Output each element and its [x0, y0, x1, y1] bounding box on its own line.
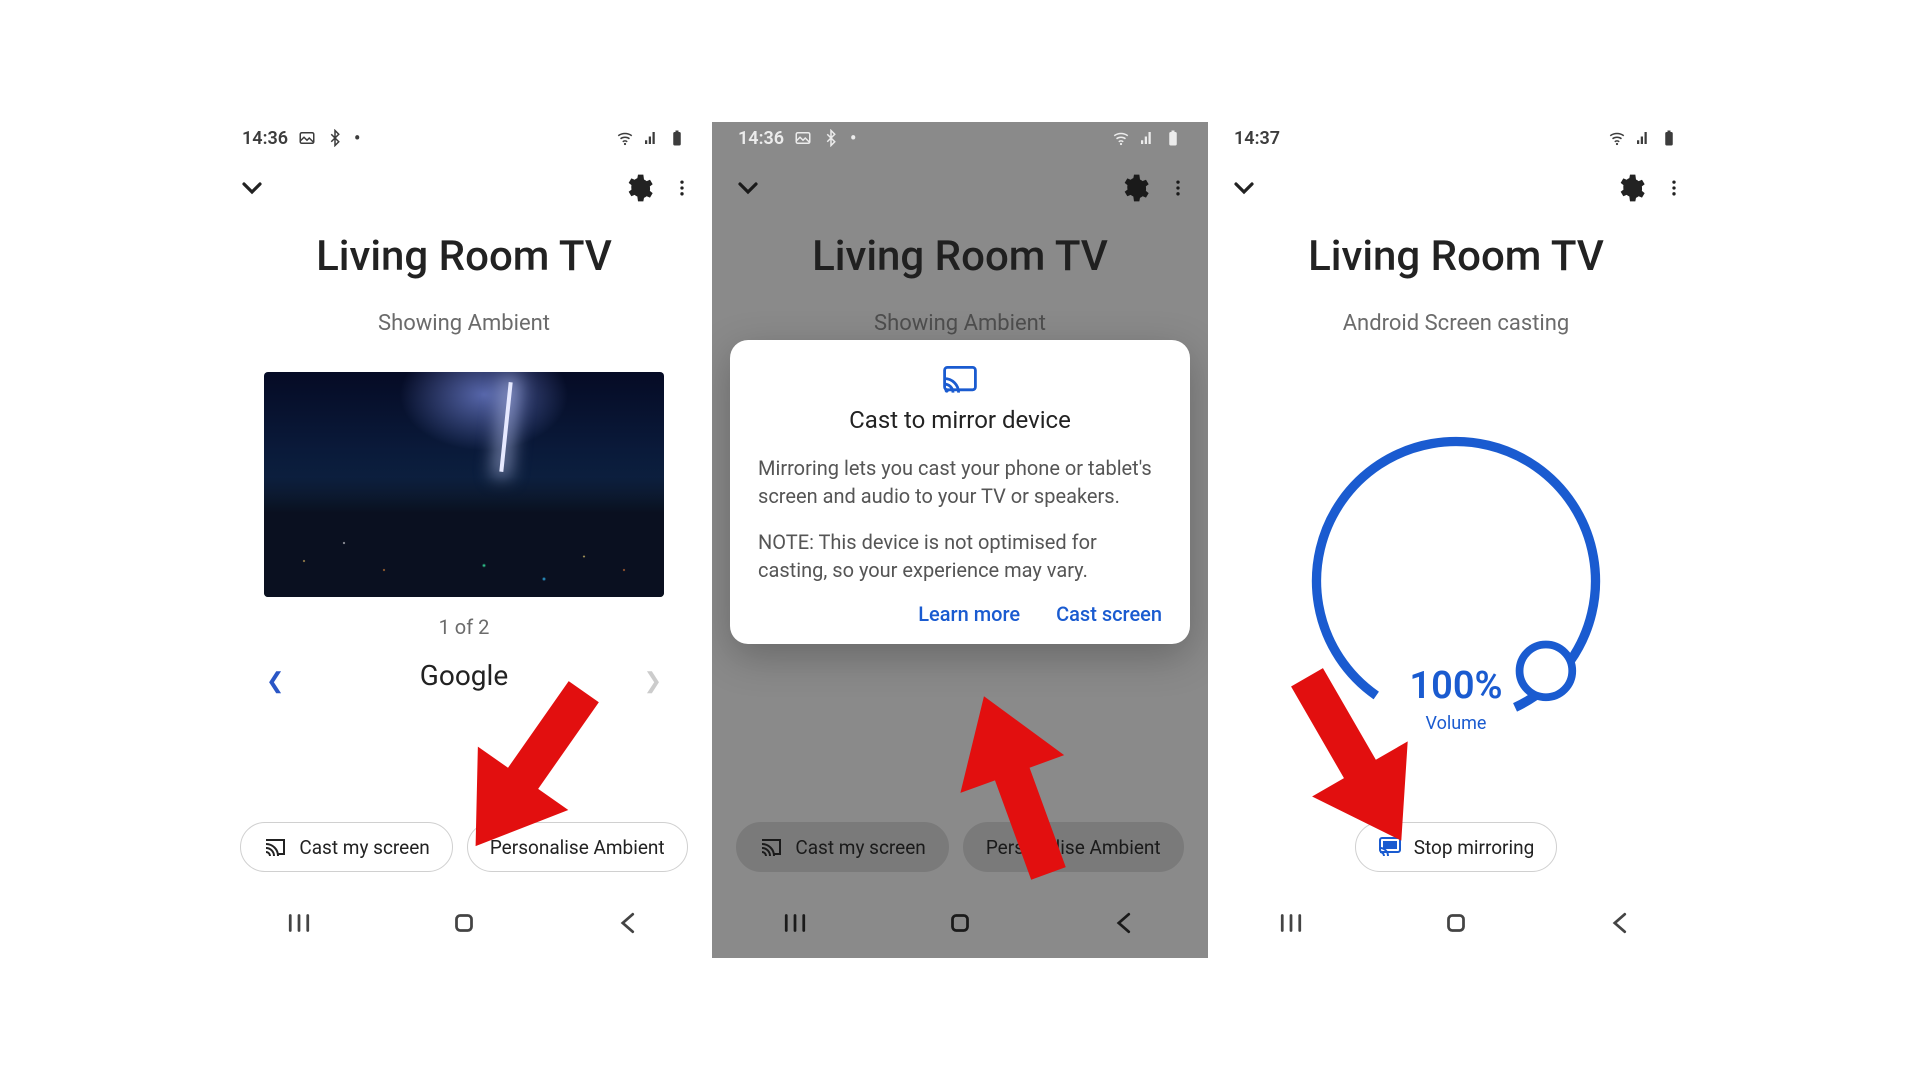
status-dot: • [850, 128, 856, 149]
device-title: Living Room TV [216, 232, 712, 281]
three-phone-stage: 14:36 • Living Room TV Showing Ambient 1… [216, 122, 1704, 958]
home-button[interactable] [945, 908, 975, 942]
app-header [1208, 162, 1704, 214]
dialog-actions: Learn more Cast screen [758, 602, 1162, 626]
battery-icon [668, 129, 686, 147]
dialog-paragraph: Mirroring lets you cast your phone or ta… [758, 454, 1162, 510]
android-nav-bar [216, 892, 712, 958]
chip-label: Personalise Ambient [490, 836, 665, 859]
recents-button[interactable] [780, 908, 810, 942]
status-bar: 14:36 • [712, 122, 1208, 154]
bluetooth-icon [822, 129, 840, 147]
phone-screenshot-3: 14:37 Living Room TV Android Screen cast… [1208, 122, 1704, 958]
chevron-left-icon[interactable]: ❮ [266, 669, 284, 694]
more-vert-icon[interactable] [672, 172, 692, 204]
status-time: 14:36 [738, 128, 784, 149]
cast-dialog: Cast to mirror device Mirroring lets you… [730, 340, 1190, 644]
volume-percent: 100% [1301, 664, 1611, 708]
status-dot: • [354, 128, 360, 149]
cast-my-screen-button[interactable]: Cast my screen [240, 822, 452, 872]
signal-icon [1634, 129, 1652, 147]
stop-mirroring-button[interactable]: Stop mirroring [1355, 822, 1558, 872]
wifi-icon [616, 129, 634, 147]
device-subtitle: Android Screen casting [1208, 311, 1704, 336]
wifi-icon [1608, 129, 1626, 147]
android-nav-bar [712, 892, 1208, 958]
device-title: Living Room TV [1208, 232, 1704, 281]
action-chips: Cast my screen Personalise Ambient [216, 822, 712, 872]
more-vert-icon[interactable] [1664, 172, 1684, 204]
chevron-right-icon[interactable]: ❯ [644, 669, 662, 694]
device-subtitle: Showing Ambient [216, 311, 712, 336]
status-bar: 14:37 [1208, 122, 1704, 154]
slide-label: Google [420, 659, 508, 692]
home-button[interactable] [1441, 908, 1471, 942]
dialog-note: NOTE: This device is not optimised for c… [758, 528, 1162, 584]
gear-icon[interactable] [622, 172, 654, 204]
bluetooth-icon [326, 129, 344, 147]
recents-button[interactable] [284, 908, 314, 942]
cast-icon [943, 366, 977, 394]
signal-icon [1138, 129, 1156, 147]
picture-icon [794, 129, 812, 147]
cast-connected-icon [1378, 835, 1402, 859]
android-nav-bar [1208, 892, 1704, 958]
chip-label: Cast my screen [299, 836, 429, 859]
action-chips: Stop mirroring [1208, 822, 1704, 872]
chevron-down-icon[interactable] [236, 172, 268, 204]
back-button[interactable] [1606, 908, 1636, 942]
recents-button[interactable] [1276, 908, 1306, 942]
phone-screenshot-2: 14:36 • Living Room TV Showing Ambient C… [712, 122, 1208, 958]
cast-icon [263, 835, 287, 859]
volume-label: Volume [1301, 713, 1611, 734]
dialog-body: Mirroring lets you cast your phone or ta… [758, 454, 1162, 584]
personalise-ambient-button[interactable]: Personalise Ambient [467, 822, 688, 872]
home-button[interactable] [449, 908, 479, 942]
back-button[interactable] [614, 908, 644, 942]
dialog-title: Cast to mirror device [758, 406, 1162, 434]
battery-icon [1660, 129, 1678, 147]
cast-screen-button[interactable]: Cast screen [1056, 602, 1162, 626]
chip-label: Stop mirroring [1414, 836, 1535, 859]
battery-icon [1164, 129, 1182, 147]
chevron-down-icon[interactable] [1228, 172, 1260, 204]
ambient-preview-image [264, 372, 664, 597]
phone-screenshot-1: 14:36 • Living Room TV Showing Ambient 1… [216, 122, 712, 958]
slide-counter: 1 of 2 [216, 615, 712, 639]
app-header [216, 162, 712, 214]
status-time: 14:36 [242, 128, 288, 149]
wifi-icon [1112, 129, 1130, 147]
status-time: 14:37 [1234, 128, 1280, 149]
picture-icon [298, 129, 316, 147]
volume-dial[interactable]: 100% Volume [1301, 426, 1611, 736]
learn-more-button[interactable]: Learn more [918, 602, 1020, 626]
status-bar: 14:36 • [216, 122, 712, 154]
slide-nav: ❮ Google ❯ [216, 659, 712, 692]
signal-icon [642, 129, 660, 147]
gear-icon[interactable] [1614, 172, 1646, 204]
back-button[interactable] [1110, 908, 1140, 942]
